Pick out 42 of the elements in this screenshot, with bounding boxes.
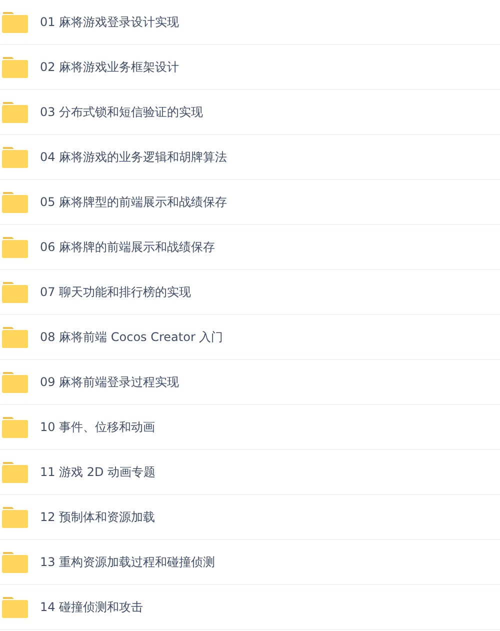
- folder-row[interactable]: 10 事件、位移和动画: [0, 405, 500, 450]
- folder-icon: [2, 462, 28, 482]
- folder-icon: [2, 416, 28, 438]
- folder-name: 02 麻将游戏业务框架设计: [40, 58, 180, 76]
- folder-icon: [2, 102, 28, 122]
- folder-row[interactable]: 08 麻将前端 Cocos Creator 入门: [0, 315, 500, 360]
- folder-row[interactable]: 12 预制体和资源加载: [0, 495, 500, 540]
- folder-row[interactable]: 11 游戏 2D 动画专题: [0, 450, 500, 495]
- folder-name: 05 麻将牌型的前端展示和战绩保存: [40, 194, 228, 210]
- folder-row[interactable]: 02 麻将游戏业务框架设计: [0, 45, 500, 90]
- folder-icon: [2, 146, 28, 168]
- folder-name: 03 分布式锁和短信验证的实现: [40, 104, 204, 120]
- folder-name: 07 聊天功能和排行榜的实现: [40, 284, 192, 300]
- folder-icon: [2, 282, 28, 302]
- folder-name: 01 麻将游戏登录设计实现: [40, 14, 180, 30]
- folder-row[interactable]: 09 麻将前端登录过程实现: [0, 360, 500, 405]
- folder-icon: [2, 236, 28, 258]
- folder-name: 11 游戏 2D 动画专题: [40, 464, 156, 480]
- folder-row[interactable]: 13 重构资源加载过程和碰撞侦测: [0, 540, 500, 585]
- folder-icon: [2, 372, 28, 392]
- folder-row[interactable]: 06 麻将牌的前端展示和战绩保存: [0, 225, 500, 270]
- folder-icon: [2, 56, 28, 78]
- folder-row[interactable]: 07 聊天功能和排行榜的实现: [0, 270, 500, 315]
- folder-icon: [2, 506, 28, 528]
- folder-icon: [2, 192, 28, 212]
- folder-row[interactable]: 04 麻将游戏的业务逻辑和胡牌算法: [0, 135, 500, 180]
- folder-row[interactable]: 01 麻将游戏登录设计实现: [0, 0, 500, 45]
- folder-icon: [2, 326, 28, 348]
- folder-row[interactable]: 14 碰撞侦测和攻击: [0, 585, 500, 630]
- folder-name: 08 麻将前端 Cocos Creator 入门: [40, 328, 224, 346]
- folder-name: 06 麻将牌的前端展示和战绩保存: [40, 238, 216, 256]
- folder-name: 12 预制体和资源加载: [40, 508, 156, 526]
- folder-name: 09 麻将前端登录过程实现: [40, 374, 180, 390]
- folder-icon: [2, 12, 28, 32]
- folder-name: 14 碰撞侦测和攻击: [40, 598, 144, 616]
- folder-icon: [2, 552, 28, 572]
- folder-icon: [2, 596, 28, 618]
- folder-name: 10 事件、位移和动画: [40, 418, 156, 436]
- folder-name: 13 重构资源加载过程和碰撞侦测: [40, 554, 216, 570]
- folder-name: 04 麻将游戏的业务逻辑和胡牌算法: [40, 148, 228, 166]
- folder-row[interactable]: 05 麻将牌型的前端展示和战绩保存: [0, 180, 500, 225]
- folder-row[interactable]: 03 分布式锁和短信验证的实现: [0, 90, 500, 135]
